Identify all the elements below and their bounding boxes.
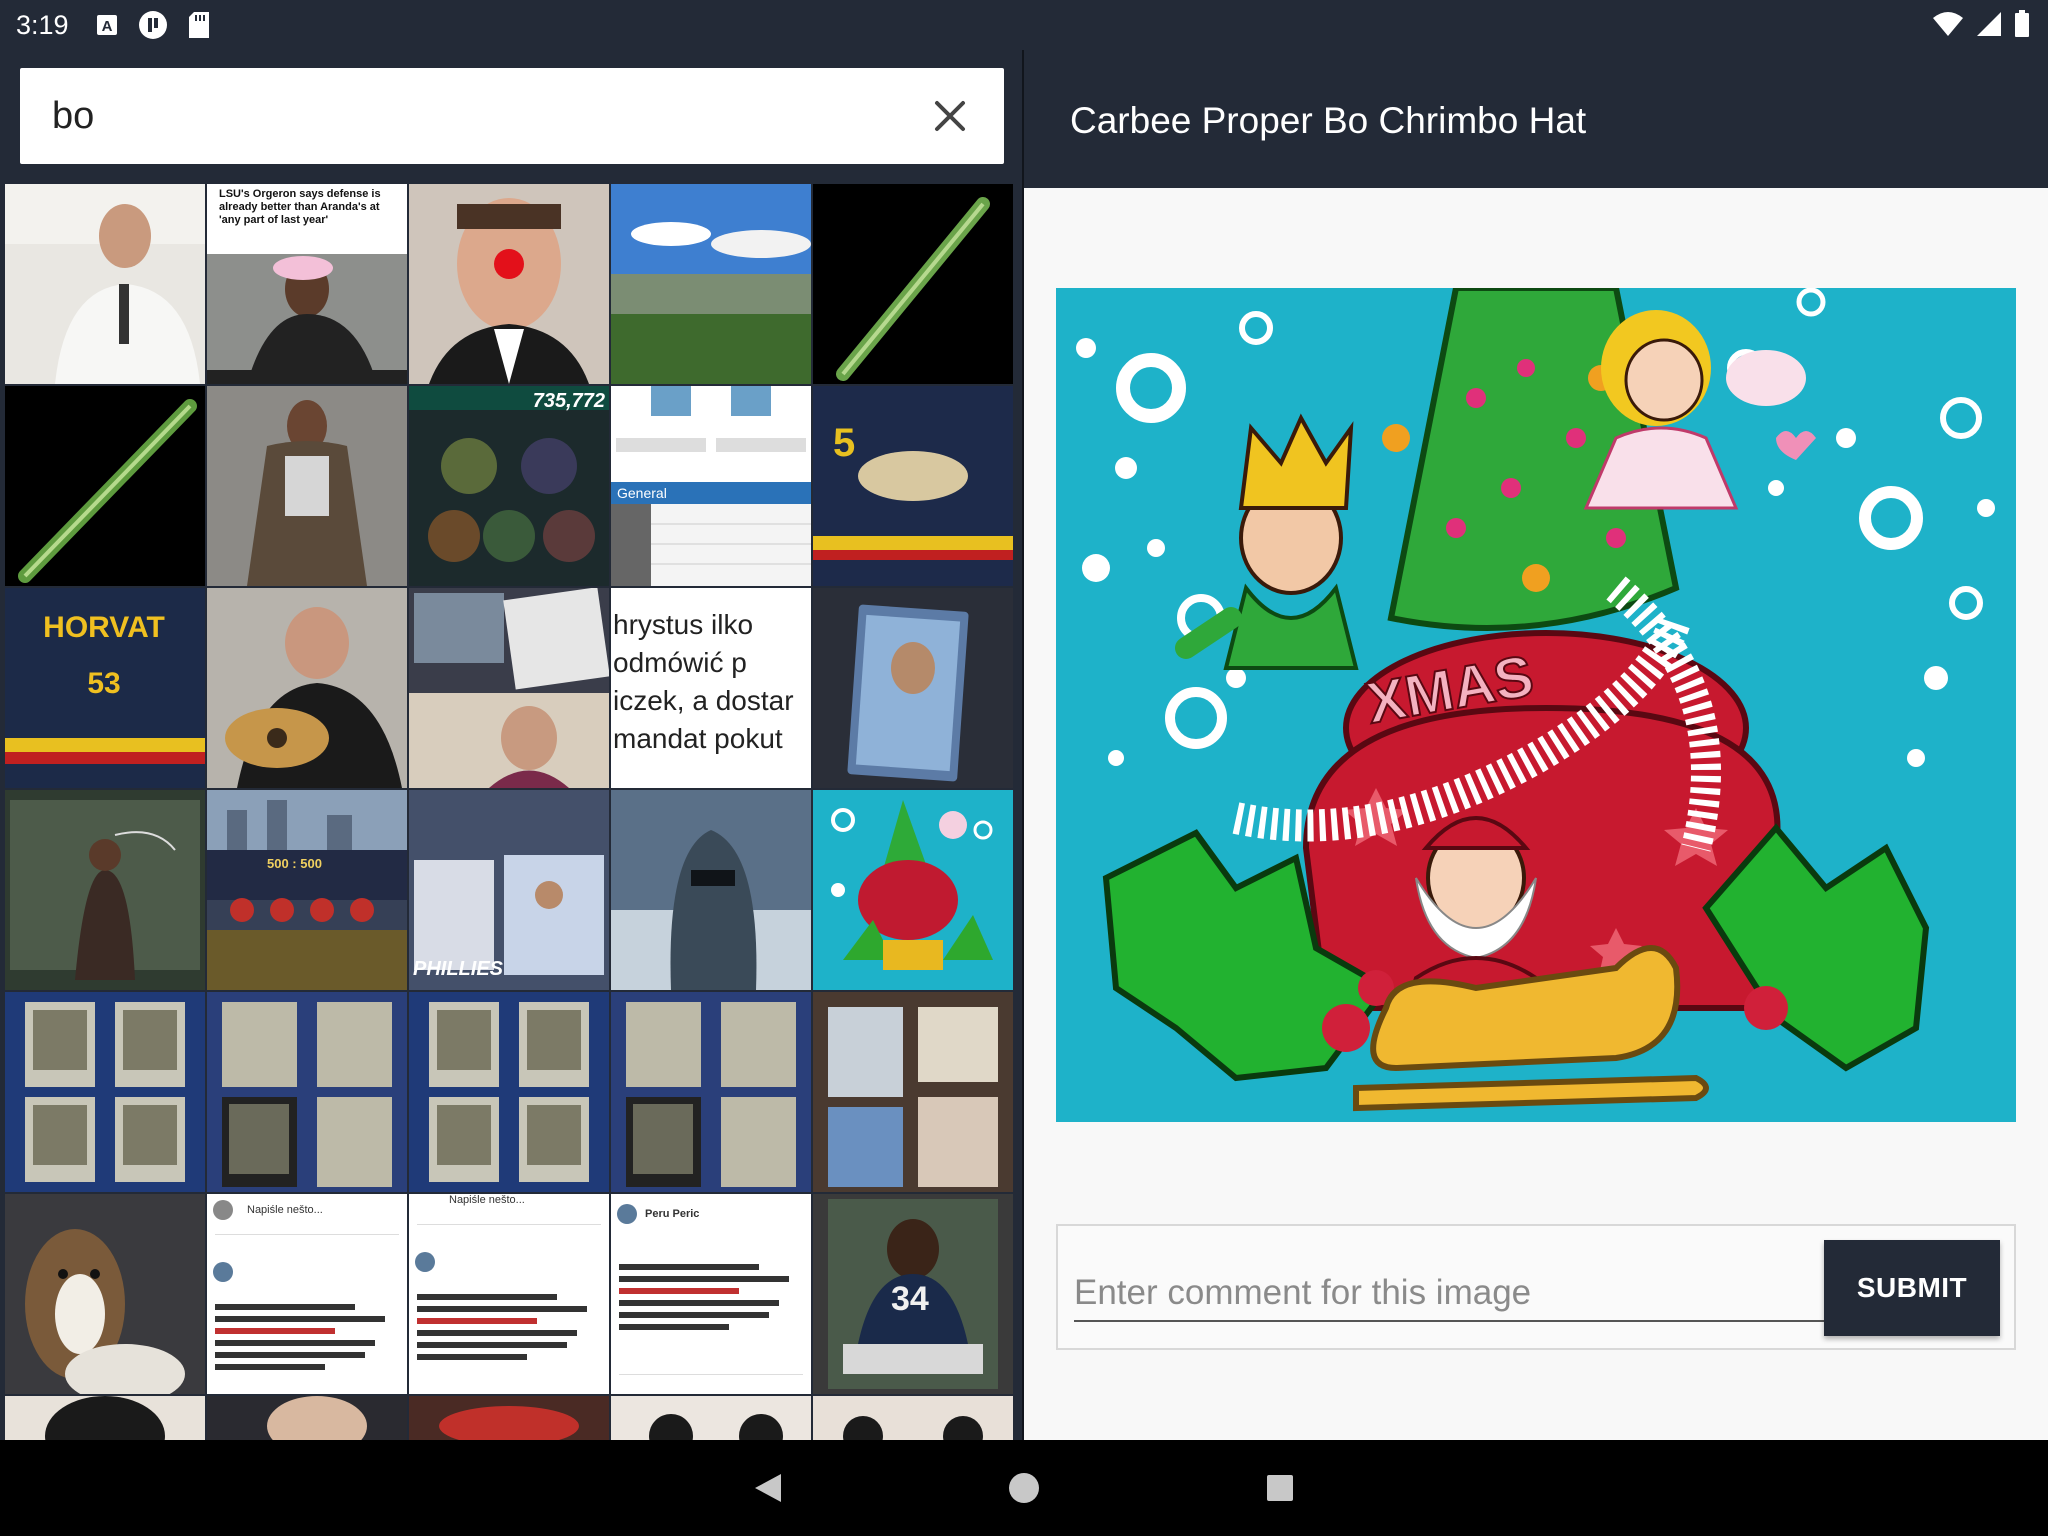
image-tile[interactable] [207,588,407,788]
image-tile[interactable]: 5 [813,386,1013,586]
image-tile[interactable] [409,1396,609,1440]
image-tile[interactable]: 34 [813,1194,1013,1394]
text-a-icon: A [97,15,117,35]
tile-caption: PHILLIES [413,958,504,980]
back-triangle-icon [755,1474,781,1502]
image-tile[interactable]: 735,772 [409,386,609,586]
comment-form: SUBMIT [1056,1224,2016,1350]
image-tile[interactable] [207,992,407,1192]
tile-caption: LSU's Orgeron says defense is already be… [219,188,381,226]
search-input[interactable] [52,88,892,144]
tile-caption: 735,772 [532,390,605,412]
clear-search-button[interactable] [926,92,974,140]
image-tile[interactable]: PHILLIES [409,790,609,990]
tile-caption: Napiśle nešto... [449,1194,525,1206]
image-tile[interactable] [5,992,205,1192]
image-tile[interactable] [813,184,1013,384]
image-tile[interactable]: LSU's Orgeron says defense is already be… [207,184,407,384]
comment-input[interactable] [1074,1266,1824,1322]
tile-caption: hrystus ilko odmówić p iczek, a dostar m… [613,609,794,754]
badge-icon [139,11,167,39]
recents-square-icon [1267,1475,1293,1501]
image-tile[interactable] [611,790,811,990]
search-bar [20,68,1004,164]
image-tile[interactable] [611,184,811,384]
submit-button[interactable]: SUBMIT [1824,1240,2000,1336]
image-tile[interactable] [207,1396,407,1440]
image-tile[interactable] [813,588,1013,788]
svg-text:A: A [102,18,113,35]
sd-card-icon [189,12,209,38]
image-tile[interactable]: hrystus ilko odmówić p iczek, a dostar m… [611,588,811,788]
image-tile[interactable] [5,790,205,990]
image-tile[interactable]: Napiśle nešto... [409,1194,609,1394]
image-tile[interactable] [5,386,205,586]
svg-text:5: 5 [833,421,855,465]
navigation-bar [0,1440,2048,1536]
image-tile[interactable]: Napiśle nešto... [207,1194,407,1394]
image-tile[interactable]: 500 : 500 [207,790,407,990]
image-tile[interactable] [207,386,407,586]
tile-caption: 500 : 500 [267,856,322,871]
image-tile[interactable] [409,588,609,788]
image-title: Carbee Proper Bo Chrimbo Hat [1070,100,1587,141]
image-tile[interactable] [611,992,811,1192]
search-pane: LSU's Orgeron says defense is already be… [0,50,1022,1440]
battery-icon [2015,10,2029,37]
detail-panel: XMAS Enter comment for this image SUBMIT [1024,188,2048,1440]
back-button[interactable] [748,1468,788,1508]
tile-caption: General [617,485,667,501]
image-grid: LSU's Orgeron says defense is already be… [5,184,1017,1440]
recents-button[interactable] [1260,1468,1300,1508]
home-button[interactable] [1004,1468,1044,1508]
close-icon [935,101,965,131]
image-tile[interactable] [813,1396,1013,1440]
selected-image-preview: XMAS [1056,288,2016,1122]
detail-header: Carbee Proper Bo Chrimbo Hat [1024,50,2048,188]
wifi-icon [1933,12,1963,36]
image-tile[interactable] [813,992,1013,1192]
tile-caption: 34 [891,1280,929,1318]
home-circle-icon [1009,1473,1039,1503]
image-tile[interactable] [813,790,1013,990]
image-tile[interactable]: General [611,386,811,586]
image-tile[interactable] [5,1396,205,1440]
tile-caption: Napiśle nešto... [247,1204,323,1216]
app-root: 3:19 A LSU's Orgeron says def [0,0,2048,1536]
image-tile[interactable]: HORVAT 53 [5,588,205,788]
status-left-icons: A [96,10,210,40]
status-right-icons [1932,10,2030,38]
image-tile[interactable] [5,184,205,384]
signal-icon [1977,12,2001,36]
image-tile[interactable] [5,1194,205,1394]
image-tile[interactable] [409,992,609,1192]
image-tile[interactable]: Peru Peric [611,1194,811,1394]
status-bar: 3:19 A [0,0,2048,50]
tile-caption: Peru Peric [645,1208,700,1220]
tile-caption: HORVAT 53 [43,611,165,700]
image-tile[interactable] [611,1396,811,1440]
status-time: 3:19 [16,10,69,40]
image-tile[interactable] [409,184,609,384]
